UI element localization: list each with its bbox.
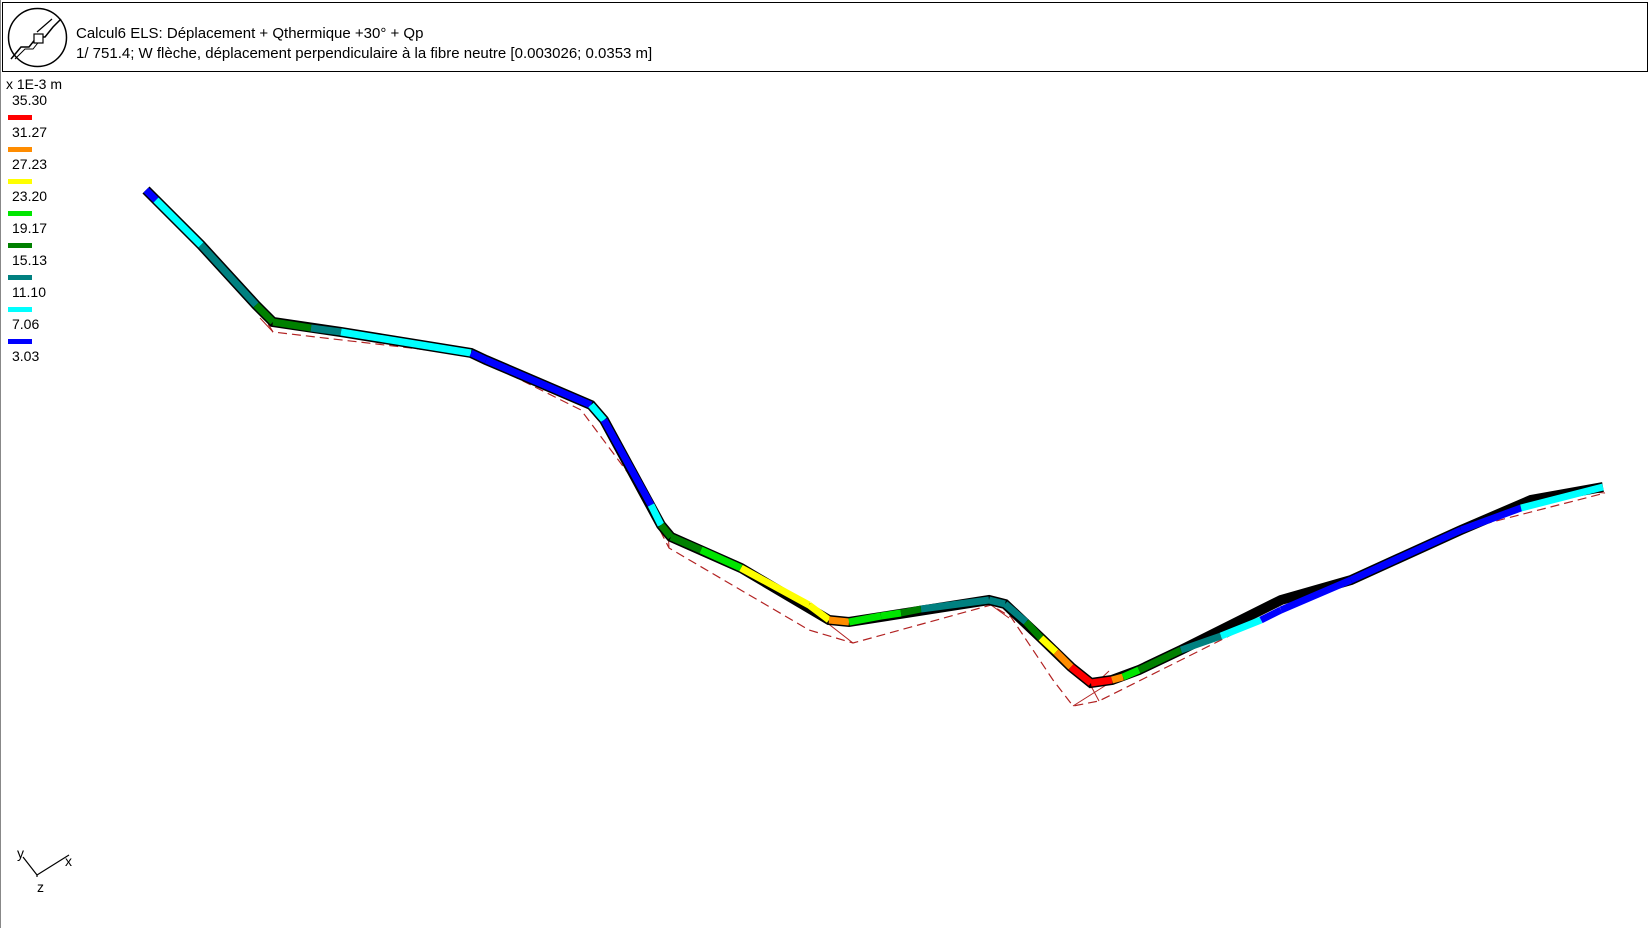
- deformed-beam-view: [142, 186, 1606, 707]
- beam-segment: [1459, 504, 1523, 534]
- beam-segment: [484, 356, 593, 409]
- beam-segment: [1111, 673, 1124, 684]
- beam-segment: [880, 609, 902, 620]
- beam-outline: [142, 186, 1604, 689]
- axis-label-y: y: [17, 845, 24, 861]
- axis-triad-icon: [22, 854, 70, 877]
- beam-segment: [588, 402, 607, 423]
- beam-segment: [600, 418, 655, 507]
- beam-segment: [198, 242, 259, 308]
- axis-triad: x y z: [15, 845, 85, 895]
- axis-label-z: z: [37, 879, 44, 895]
- beam-segment: [340, 328, 472, 357]
- displacement-outline: [155, 199, 1606, 707]
- beam-segment: [828, 616, 850, 626]
- beam-segment: [1090, 676, 1113, 687]
- beam-segment: [647, 503, 665, 527]
- beam-color-segments: [143, 187, 1604, 687]
- beam-segment: [1349, 526, 1463, 584]
- beam-segment: [1137, 646, 1183, 674]
- beam-segment: [153, 197, 204, 248]
- results-viewport[interactable]: Calcul6 ELS: Déplacement + Qthermique +3…: [0, 0, 1651, 928]
- beam-segment: [739, 564, 811, 609]
- beam-segment: [310, 324, 342, 336]
- displacement-ticks: [259, 317, 1606, 707]
- beam-segment: [900, 605, 922, 617]
- beam-segment: [699, 546, 743, 572]
- beam: [142, 186, 1604, 689]
- beam-segment: [988, 596, 1006, 608]
- axis-label-x: x: [65, 853, 72, 869]
- beam-segment: [920, 596, 990, 613]
